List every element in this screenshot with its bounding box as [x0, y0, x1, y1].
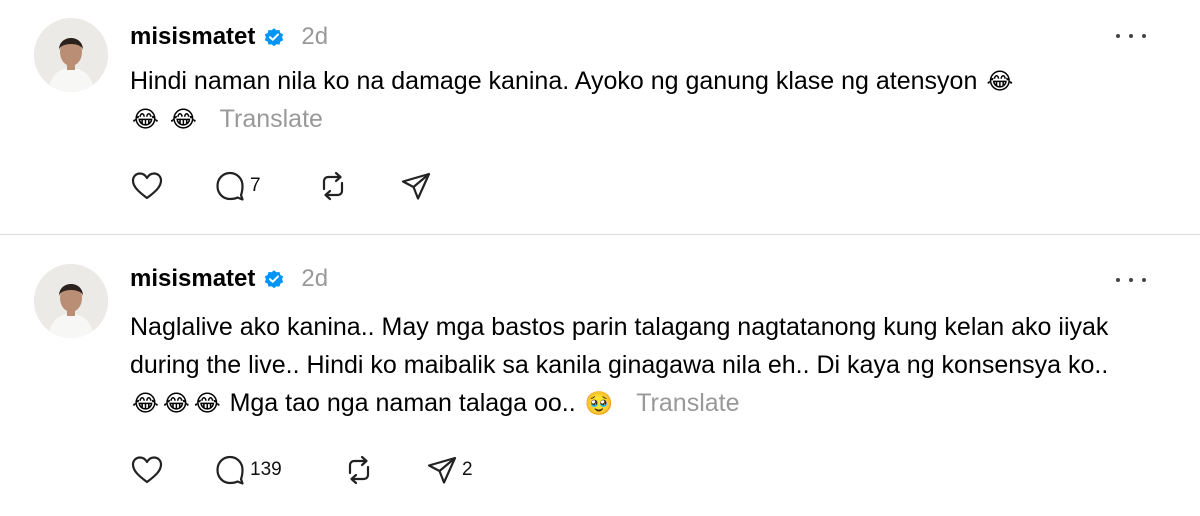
share-button[interactable]: 2 [426, 452, 473, 488]
post-time[interactable]: 2d [301, 265, 328, 293]
more-icon[interactable] [1116, 26, 1146, 46]
like-button[interactable] [130, 168, 214, 204]
laughing-emoji: 😂 [169, 106, 197, 132]
heart-icon [131, 456, 163, 484]
repost-icon [322, 171, 344, 201]
reply-count: 7 [250, 175, 261, 196]
post-text-content: Hindi naman nila ko na damage kanina. Ay… [130, 67, 978, 95]
translate-link[interactable]: Translate [636, 389, 739, 417]
post-text: Hindi naman nila ko na damage kanina. Ay… [130, 62, 1130, 138]
post-text: Naglalive ako kanina.. May mga bastos pa… [130, 308, 1130, 422]
laughing-emoji: 😂 [193, 390, 221, 416]
laughing-emoji: 😂 [162, 390, 190, 416]
post-header: misismatet 2d [130, 20, 328, 54]
like-button[interactable] [130, 452, 214, 488]
avatar[interactable] [34, 18, 108, 92]
heart-icon [131, 172, 163, 200]
post-time[interactable]: 2d [301, 23, 328, 51]
share-icon [427, 456, 457, 484]
post: misismatet 2d Naglalive ako kanina.. May… [0, 236, 1200, 516]
username[interactable]: misismatet [130, 23, 255, 51]
repost-icon [348, 455, 370, 485]
comment-icon [216, 171, 244, 201]
action-bar: 7 [130, 168, 432, 204]
post: misismatet 2d Hindi naman nila ko na dam… [0, 0, 1200, 234]
reply-count: 139 [250, 459, 282, 480]
laughing-emoji: 😂 [986, 68, 1014, 94]
reply-button[interactable]: 7 [214, 168, 316, 204]
post-header: misismatet 2d [130, 262, 328, 296]
translate-link[interactable]: Translate [220, 105, 323, 133]
username[interactable]: misismatet [130, 265, 255, 293]
more-icon[interactable] [1116, 270, 1146, 290]
post-text-content: Naglalive ako kanina.. May mga bastos pa… [130, 313, 1109, 379]
comment-icon [216, 455, 244, 485]
avatar[interactable] [34, 264, 108, 338]
laughing-emoji: 😂 [132, 106, 159, 132]
share-icon [401, 172, 431, 200]
verified-icon [263, 268, 285, 290]
verified-icon [263, 26, 285, 48]
teary-emoji: 🥹 [584, 390, 614, 416]
share-count: 2 [462, 459, 473, 480]
repost-button[interactable] [342, 452, 426, 488]
share-button[interactable] [400, 168, 432, 204]
laughing-emoji: 😂 [132, 390, 159, 416]
post-text-tail: Mga tao nga naman talaga oo.. [229, 389, 576, 417]
repost-button[interactable] [316, 168, 400, 204]
action-bar: 139 2 [130, 452, 473, 488]
reply-button[interactable]: 139 [214, 452, 342, 488]
post-divider [0, 234, 1200, 235]
